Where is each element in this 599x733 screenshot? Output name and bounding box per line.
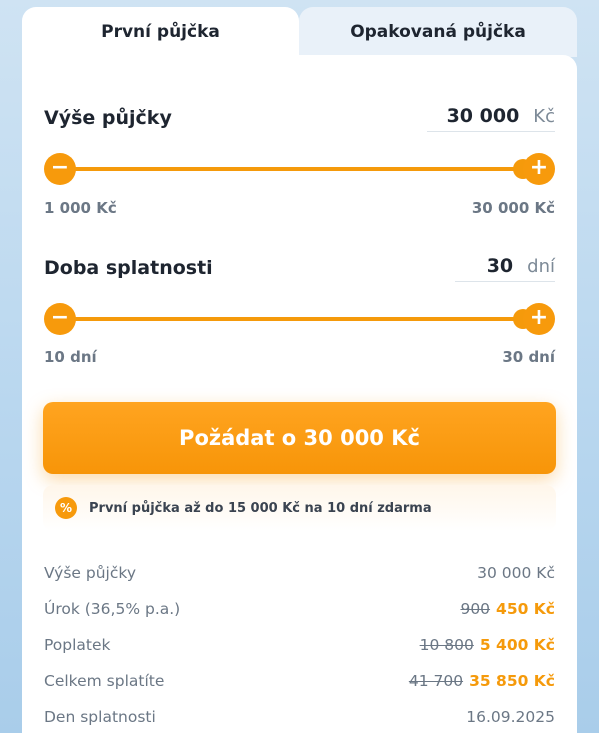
summary-row: Poplatek 10 800 5 400 Kč [44,627,555,663]
term-decrease-button[interactable]: − [44,303,76,335]
summary-label: Celkem splatíte [44,672,165,690]
amount-decrease-button[interactable]: − [44,153,76,185]
summary-old-value: 900 [460,600,491,618]
summary-label: Poplatek [44,636,111,654]
term-label: Doba splatnosti [44,257,213,279]
request-loan-button[interactable]: Požádat o 30 000 Kč [43,402,556,474]
tab-repeat-loan[interactable]: Opakovaná půjčka [299,7,577,57]
summary-old-value: 41 700 [408,672,464,690]
amount-range: 1 000 Kč 30 000 Kč [44,199,555,217]
summary-new-value: 35 850 Kč [469,672,555,690]
summary-row: Úrok (36,5% p.a.) 900 450 Kč [44,591,555,627]
summary-value: 16.09.2025 [466,708,555,726]
promo-text: První půjčka až do 15 000 Kč na 10 dní z… [89,500,432,516]
summary-label: Výše půjčky [44,564,136,582]
summary-new-value: 5 400 Kč [479,636,555,654]
tab-first-loan[interactable]: První půjčka [22,7,299,57]
amount-value[interactable]: 30 000 [427,105,520,127]
term-min-label: 10 dní [44,348,97,366]
amount-slider-track[interactable] [60,167,539,171]
term-max-label: 30 dní [502,348,555,366]
amount-row: Výše půjčky 30 000 Kč [44,101,555,135]
summary-row: Den splatnosti 16.09.2025 [44,699,555,733]
amount-unit: Kč [533,105,555,127]
promo-banner: % První půjčka až do 15 000 Kč na 10 dní… [43,485,556,531]
percent-icon: % [55,497,77,519]
summary-row: Výše půjčky 30 000 Kč [44,555,555,591]
term-value[interactable]: 30 [455,255,513,277]
summary-value: 900 450 Kč [460,600,555,618]
term-field[interactable]: 30 dní [455,255,555,282]
loan-type-tabs: První půjčka Opakovaná půjčka [22,7,577,57]
summary-row: Celkem splatíte 41 700 35 850 Kč [44,663,555,699]
term-row: Doba splatnosti 30 dní [44,251,555,285]
calculator-card: Výše půjčky 30 000 Kč − + 1 000 Kč 30 00… [22,55,577,733]
amount-increase-button[interactable]: + [523,153,555,185]
summary-new-value: 450 Kč [496,600,555,618]
amount-label: Výše půjčky [44,107,172,129]
amount-max-label: 30 000 Kč [471,199,555,217]
amount-field[interactable]: 30 000 Kč [427,105,555,132]
term-slider[interactable]: − + [44,303,555,335]
term-unit: dní [527,255,555,277]
summary-value: 41 700 35 850 Kč [409,672,555,690]
amount-slider[interactable]: − + [44,153,555,185]
term-increase-button[interactable]: + [523,303,555,335]
summary-old-value: 10 800 [419,636,474,654]
amount-min-label: 1 000 Kč [44,199,117,217]
loan-calculator: První půjčka Opakovaná půjčka Výše půjčk… [22,7,577,733]
term-slider-track[interactable] [60,317,539,321]
summary-value: 30 000 Kč [477,564,555,582]
summary-label: Úrok (36,5% p.a.) [44,600,181,618]
term-range: 10 dní 30 dní [44,348,555,366]
summary-value: 10 800 5 400 Kč [420,636,555,654]
summary-label: Den splatnosti [44,708,156,726]
loan-summary: Výše půjčky 30 000 Kč Úrok (36,5% p.a.) … [44,555,555,733]
